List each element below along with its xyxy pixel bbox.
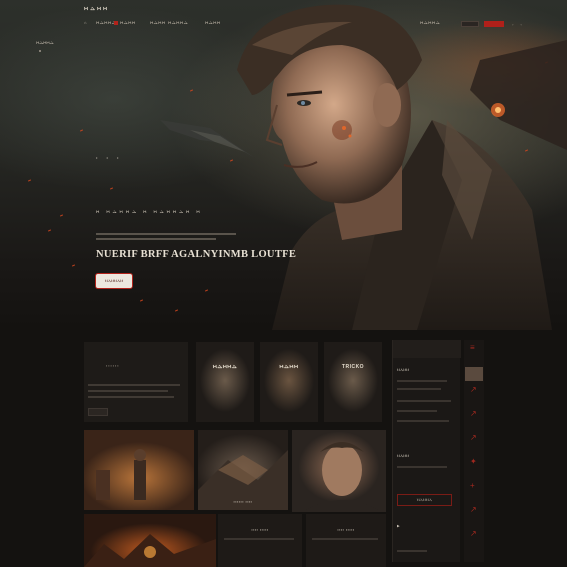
nav-item-6[interactable]: ⲘⲆⲘⲘⲆ xyxy=(420,20,440,25)
text-line xyxy=(224,538,294,540)
nav-item-5[interactable]: ⲘⲆⲘⲘ xyxy=(205,20,221,25)
nav-item-4[interactable]: ⲘⲆⲘⲘⲆ xyxy=(168,20,188,25)
share-icon[interactable]: ↗ xyxy=(470,410,477,418)
sidebar-action-button[interactable]: ⲘⲆⲘⲘⲆ xyxy=(397,494,452,506)
sidebar-label-1: ⲘⲆⲘⲘ xyxy=(397,368,409,372)
portrait-image xyxy=(302,442,382,512)
right-sidebar: ⲘⲆⲘⲘ ⲘⲆⲘⲘ ⲘⲆⲘⲘⲆ ▶ xyxy=(392,340,461,562)
info-panel-title: ▪▪▪▪▪▪ xyxy=(106,364,120,368)
gallery-card-battle[interactable]: ▪▪▪▪▪▪ ▪▪▪▪ xyxy=(198,430,288,510)
share-icon[interactable]: ↗ xyxy=(470,434,477,442)
info-panel: ▪▪▪▪▪▪ xyxy=(84,342,188,422)
gallery-card-text-2-caption: ▪▪▪▪ ▪▪▪▪▪ xyxy=(337,528,355,532)
text-line xyxy=(88,390,168,392)
ember xyxy=(47,229,52,232)
ember xyxy=(174,309,179,312)
ember xyxy=(27,179,32,182)
text-line xyxy=(397,380,447,382)
play-icon[interactable]: ▶ xyxy=(397,524,400,528)
site-logo[interactable]: ⲘⲆⲘⲘ xyxy=(84,6,109,12)
character-card-2[interactable]: ⲘⲆⲘⲘ xyxy=(260,342,318,422)
text-line xyxy=(312,538,378,540)
thumbnail-swatch[interactable] xyxy=(465,367,483,381)
info-panel-button[interactable] xyxy=(88,408,108,416)
character-card-2-label: ⲘⲆⲘⲘ xyxy=(279,364,299,370)
nav-item-2[interactable]: ⲘⲆⲘⲘ xyxy=(114,20,136,25)
nav-icons[interactable]: ◦ ◦ xyxy=(512,22,525,27)
menu-icon[interactable]: ≡ xyxy=(470,344,475,352)
gallery-card-text-1-caption: ▪▪▪▪ ▪▪▪▪▪ xyxy=(251,528,269,532)
warrior-image xyxy=(96,449,146,500)
gallery-card-fire[interactable] xyxy=(84,514,216,567)
gallery-card-warrior[interactable] xyxy=(84,430,194,510)
slider-indicator[interactable]: • • • xyxy=(96,155,122,160)
gallery-card-text-1[interactable]: ▪▪▪▪ ▪▪▪▪▪ xyxy=(218,514,302,567)
text-line xyxy=(88,396,174,398)
icon-rail: ≡ ↗ ↗ ↗ ✦ + ↗ ↗ xyxy=(464,340,484,562)
top-navigation: ⲘⲆⲘⲘ ⌂ ⲘⲆⲘⲘⲆ ⲘⲆⲘⲘ ⲘⲆⲘⲘ ⲘⲆⲘⲘⲆ ⲘⲆⲘⲘ ⲘⲆⲘⲘⲆ xyxy=(0,6,567,30)
gallery-card-text-2[interactable]: ▪▪▪▪ ▪▪▪▪▪ xyxy=(306,514,386,567)
red-dot-icon xyxy=(114,20,118,25)
link-icon[interactable]: ↗ xyxy=(470,506,477,514)
login-button[interactable] xyxy=(461,21,479,27)
ember xyxy=(204,289,209,292)
text-line xyxy=(397,410,437,412)
hero-banner: ⲘⲆⲘⲘ ⌂ ⲘⲆⲘⲘⲆ ⲘⲆⲘⲘ ⲘⲆⲘⲘ ⲘⲆⲘⲘⲆ ⲘⲆⲘⲘ ⲘⲆⲘⲘⲆ … xyxy=(0,0,567,330)
signup-button[interactable] xyxy=(484,21,504,27)
home-icon[interactable]: ⌂ xyxy=(84,20,87,25)
hero-headline: NUERIF BRFF AGALNYINMB LOUTFE xyxy=(96,249,297,260)
character-card-1-label: ⲘⲆⲘⲘⲆ xyxy=(212,364,238,370)
ember xyxy=(139,299,144,302)
sidebar-label-2: ⲘⲆⲘⲘ xyxy=(397,454,409,458)
battle-image xyxy=(198,450,288,510)
text-line xyxy=(397,400,451,402)
text-line xyxy=(397,420,449,422)
text-line xyxy=(88,384,180,386)
hero-description xyxy=(96,233,236,243)
character-card-1[interactable]: ⲘⲆⲘⲘⲆ xyxy=(196,342,254,422)
plus-icon[interactable]: + xyxy=(470,482,475,490)
ember xyxy=(79,129,84,132)
character-card-3-label: TRICKO xyxy=(341,364,365,370)
star-icon[interactable]: ✦ xyxy=(470,458,477,466)
link-icon[interactable]: ↗ xyxy=(470,386,477,394)
side-label: ⲘⲆⲘⲘⲆ xyxy=(36,40,54,45)
nav-item-3[interactable]: ⲘⲆⲘⲘ xyxy=(150,20,166,25)
fire-image xyxy=(84,534,216,567)
hero-character-image xyxy=(237,4,552,330)
character-card-3[interactable]: TRICKO xyxy=(324,342,382,422)
text-line xyxy=(397,550,427,552)
text-line xyxy=(397,466,447,468)
gallery-card-portrait[interactable] xyxy=(292,430,386,512)
sidebar-header xyxy=(393,340,461,358)
ember xyxy=(109,187,114,190)
hero-subtitle: Ⲙ ⲘⲆⲘⲘⲆ Ⲙ ⲘⲆⲘⲘⲆⲘ Ⲙ xyxy=(96,209,203,214)
ember xyxy=(59,214,64,217)
ember xyxy=(189,89,194,92)
link-icon[interactable]: ↗ xyxy=(470,530,477,538)
text-line xyxy=(397,388,441,390)
side-dot-icon xyxy=(39,50,41,52)
ember xyxy=(71,264,76,267)
gallery-card-battle-caption: ▪▪▪▪▪▪ ▪▪▪▪ xyxy=(233,500,253,504)
hero-cta-button[interactable]: ⲘⲆⲘⲘⲆⲘ xyxy=(96,274,132,288)
